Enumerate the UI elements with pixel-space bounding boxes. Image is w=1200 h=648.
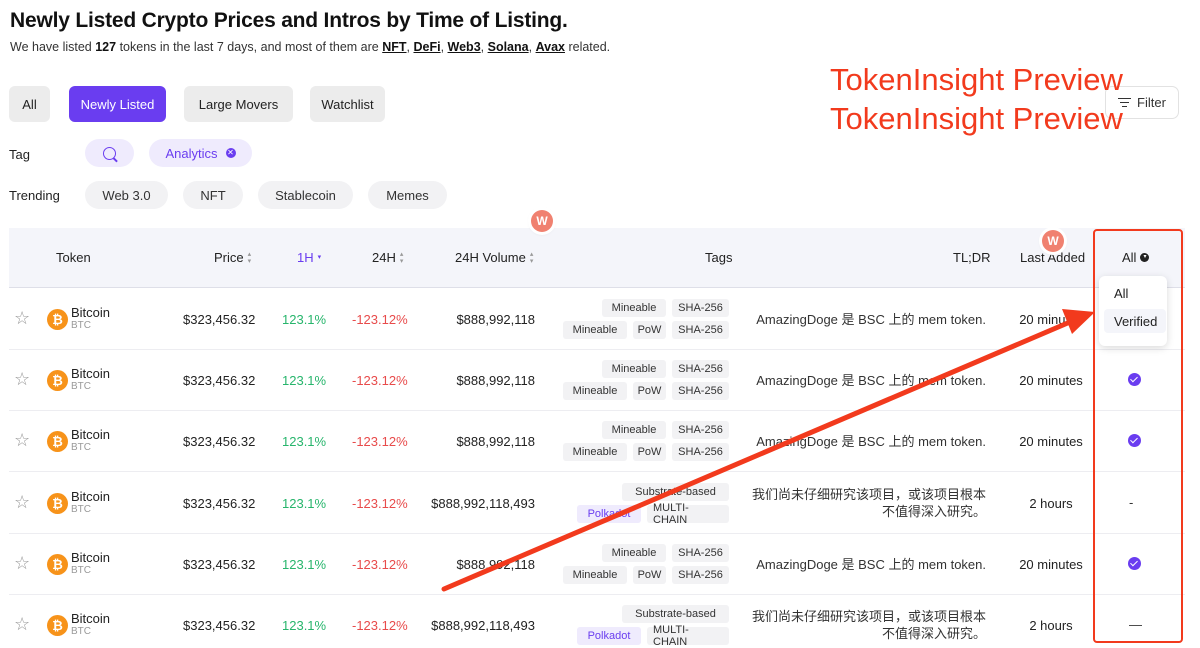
- annotation-arrow: [441, 309, 1095, 592]
